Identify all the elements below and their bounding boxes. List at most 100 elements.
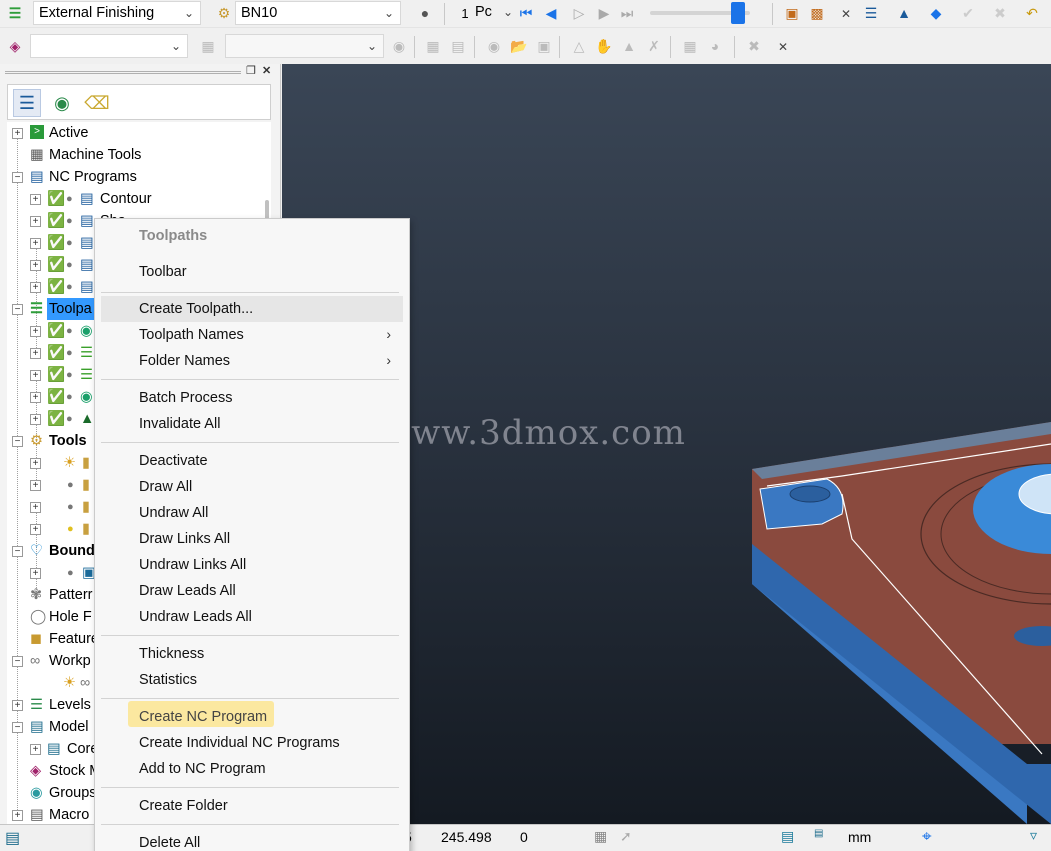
- expand-icon[interactable]: +: [30, 326, 41, 337]
- lightbulb-icon[interactable]: ●: [66, 408, 73, 430]
- recycle-bin-tab-icon[interactable]: ⌫: [83, 89, 111, 117]
- grid-icon[interactable]: ▦: [198, 36, 218, 56]
- check-icon[interactable]: ✅: [47, 320, 65, 342]
- expand-icon[interactable]: +: [30, 282, 41, 293]
- menu-item-draw-all[interactable]: Draw All: [139, 479, 192, 495]
- tree-tab-icon[interactable]: ☰: [13, 89, 41, 117]
- check-icon[interactable]: ✅: [47, 386, 65, 408]
- expand-icon[interactable]: +: [12, 128, 23, 139]
- close-icon[interactable]: ✕: [773, 37, 793, 57]
- expand-icon[interactable]: +: [30, 216, 41, 227]
- simulation-slider-thumb[interactable]: [731, 2, 745, 24]
- check-icon[interactable]: ✅: [47, 364, 65, 386]
- menu-item-toolpath-names[interactable]: Toolpath Names: [139, 327, 244, 343]
- active-lightbulb-icon[interactable]: ☀: [63, 452, 76, 474]
- expand-icon[interactable]: +: [12, 810, 23, 821]
- collapse-icon[interactable]: −: [12, 546, 23, 557]
- ruler-icon[interactable]: ▤: [814, 828, 823, 839]
- workplane-icon[interactable]: ▤: [781, 828, 794, 845]
- globe-tab-icon[interactable]: ◉: [48, 89, 76, 117]
- active-lightbulb-icon[interactable]: ☀: [63, 672, 76, 694]
- menu-item-undraw-all[interactable]: Undraw All: [139, 505, 208, 521]
- menu-item-create-individual-nc-programs[interactable]: Create Individual NC Programs: [139, 735, 340, 751]
- shade-icon[interactable]: ◉: [389, 36, 409, 56]
- secondary-combo-1[interactable]: ⌄: [30, 34, 188, 58]
- menu-item-create-folder[interactable]: Create Folder: [139, 798, 228, 814]
- crosshair-icon[interactable]: ⌖: [922, 827, 932, 847]
- lightbulb-icon[interactable]: ●: [67, 474, 74, 496]
- collapse-icon[interactable]: −: [12, 172, 23, 183]
- lightbulb-icon[interactable]: ●: [67, 496, 74, 518]
- plane-icon[interactable]: ◆: [926, 3, 946, 23]
- lightbulb-icon[interactable]: ●: [67, 562, 74, 584]
- strategy-icon[interactable]: ☰: [5, 3, 25, 23]
- menu-item-draw-links-all[interactable]: Draw Links All: [139, 531, 230, 547]
- menu-item-delete-all[interactable]: Delete All: [139, 835, 200, 851]
- cube-icon[interactable]: △: [569, 36, 589, 56]
- step-forward-icon[interactable]: ▶: [594, 3, 614, 23]
- lightbulb-icon[interactable]: ●: [415, 3, 435, 23]
- lightbulb-icon[interactable]: ●: [66, 276, 73, 298]
- collapse-icon[interactable]: −: [12, 656, 23, 667]
- check-icon[interactable]: ✅: [47, 408, 65, 430]
- skip-first-icon[interactable]: ⏮: [516, 3, 536, 23]
- menu-item-draw-leads-all[interactable]: Draw Leads All: [139, 583, 236, 599]
- collapse-icon[interactable]: −: [12, 436, 23, 447]
- nc-program-icon[interactable]: 1: [455, 3, 475, 23]
- lightbulb-icon[interactable]: ●: [66, 232, 73, 254]
- menu-item-undraw-leads-all[interactable]: Undraw Leads All: [139, 609, 252, 625]
- tool-holder-icon[interactable]: ▲: [619, 36, 639, 56]
- expand-icon[interactable]: +: [30, 392, 41, 403]
- lightbulb-icon[interactable]: ●: [67, 518, 74, 540]
- menu-item-batch-process[interactable]: Batch Process: [139, 390, 233, 406]
- check-icon[interactable]: ✅: [47, 342, 65, 364]
- collapse-icon[interactable]: −: [12, 722, 23, 733]
- expand-icon[interactable]: +: [30, 568, 41, 579]
- nc-program-combo[interactable]: Pc ⌄: [473, 1, 513, 25]
- step-back-icon[interactable]: ◀: [541, 3, 561, 23]
- menu-item-deactivate[interactable]: Deactivate: [139, 453, 208, 469]
- expand-icon[interactable]: +: [30, 194, 41, 205]
- expand-icon[interactable]: +: [30, 260, 41, 271]
- cancel-circle-icon[interactable]: ✖: [990, 3, 1010, 23]
- expand-icon[interactable]: +: [30, 502, 41, 513]
- open-folder-icon[interactable]: 📂: [509, 36, 529, 56]
- tool-delete-icon[interactable]: ✗: [644, 36, 664, 56]
- grid-icon[interactable]: ▦: [594, 828, 607, 845]
- check-icon[interactable]: ✅: [47, 254, 65, 276]
- expand-icon[interactable]: +: [30, 238, 41, 249]
- collapse-icon[interactable]: −: [12, 304, 23, 315]
- expand-icon[interactable]: +: [30, 370, 41, 381]
- menu-item-add-to-nc-program[interactable]: Add to NC Program: [139, 761, 266, 777]
- expand-icon[interactable]: +: [30, 480, 41, 491]
- menu-item-create-nc-program[interactable]: Create NC Program: [139, 709, 267, 725]
- undo-icon[interactable]: ↶: [1022, 3, 1042, 23]
- menu-item-undraw-links-all[interactable]: Undraw Links All: [139, 557, 246, 573]
- layers-icon[interactable]: ☰: [861, 3, 881, 23]
- menu-item-toolbar[interactable]: Toolbar: [139, 264, 187, 280]
- lightbulb-icon[interactable]: ●: [66, 188, 73, 210]
- machine-tool-icon[interactable]: ▩: [807, 3, 827, 23]
- lightbulb-icon[interactable]: ●: [66, 254, 73, 276]
- expand-icon[interactable]: +: [30, 524, 41, 535]
- table-edit-icon[interactable]: ▤: [448, 36, 468, 56]
- table-icon[interactable]: ▦: [423, 36, 443, 56]
- menu-item-invalidate-all[interactable]: Invalidate All: [139, 416, 220, 432]
- check-icon[interactable]: ✅: [47, 188, 65, 210]
- block-icon[interactable]: ◉: [484, 36, 504, 56]
- cap-icon[interactable]: ▲: [894, 3, 914, 23]
- lightbulb-icon[interactable]: ●: [66, 210, 73, 232]
- menu-item-thickness[interactable]: Thickness: [139, 646, 204, 662]
- restore-icon[interactable]: ❐: [246, 64, 256, 77]
- expand-icon[interactable]: +: [30, 414, 41, 425]
- lightbulb-icon[interactable]: ●: [66, 320, 73, 342]
- expand-icon[interactable]: +: [12, 700, 23, 711]
- expand-icon[interactable]: +: [30, 744, 41, 755]
- scissors-icon[interactable]: ✖: [744, 36, 764, 56]
- expand-icon[interactable]: +: [30, 458, 41, 469]
- play-icon[interactable]: ▷: [569, 3, 589, 23]
- lightbulb-icon[interactable]: ●: [66, 386, 73, 408]
- check-icon[interactable]: ✅: [47, 232, 65, 254]
- machine-icon[interactable]: ▣: [782, 3, 802, 23]
- expand-icon[interactable]: +: [30, 348, 41, 359]
